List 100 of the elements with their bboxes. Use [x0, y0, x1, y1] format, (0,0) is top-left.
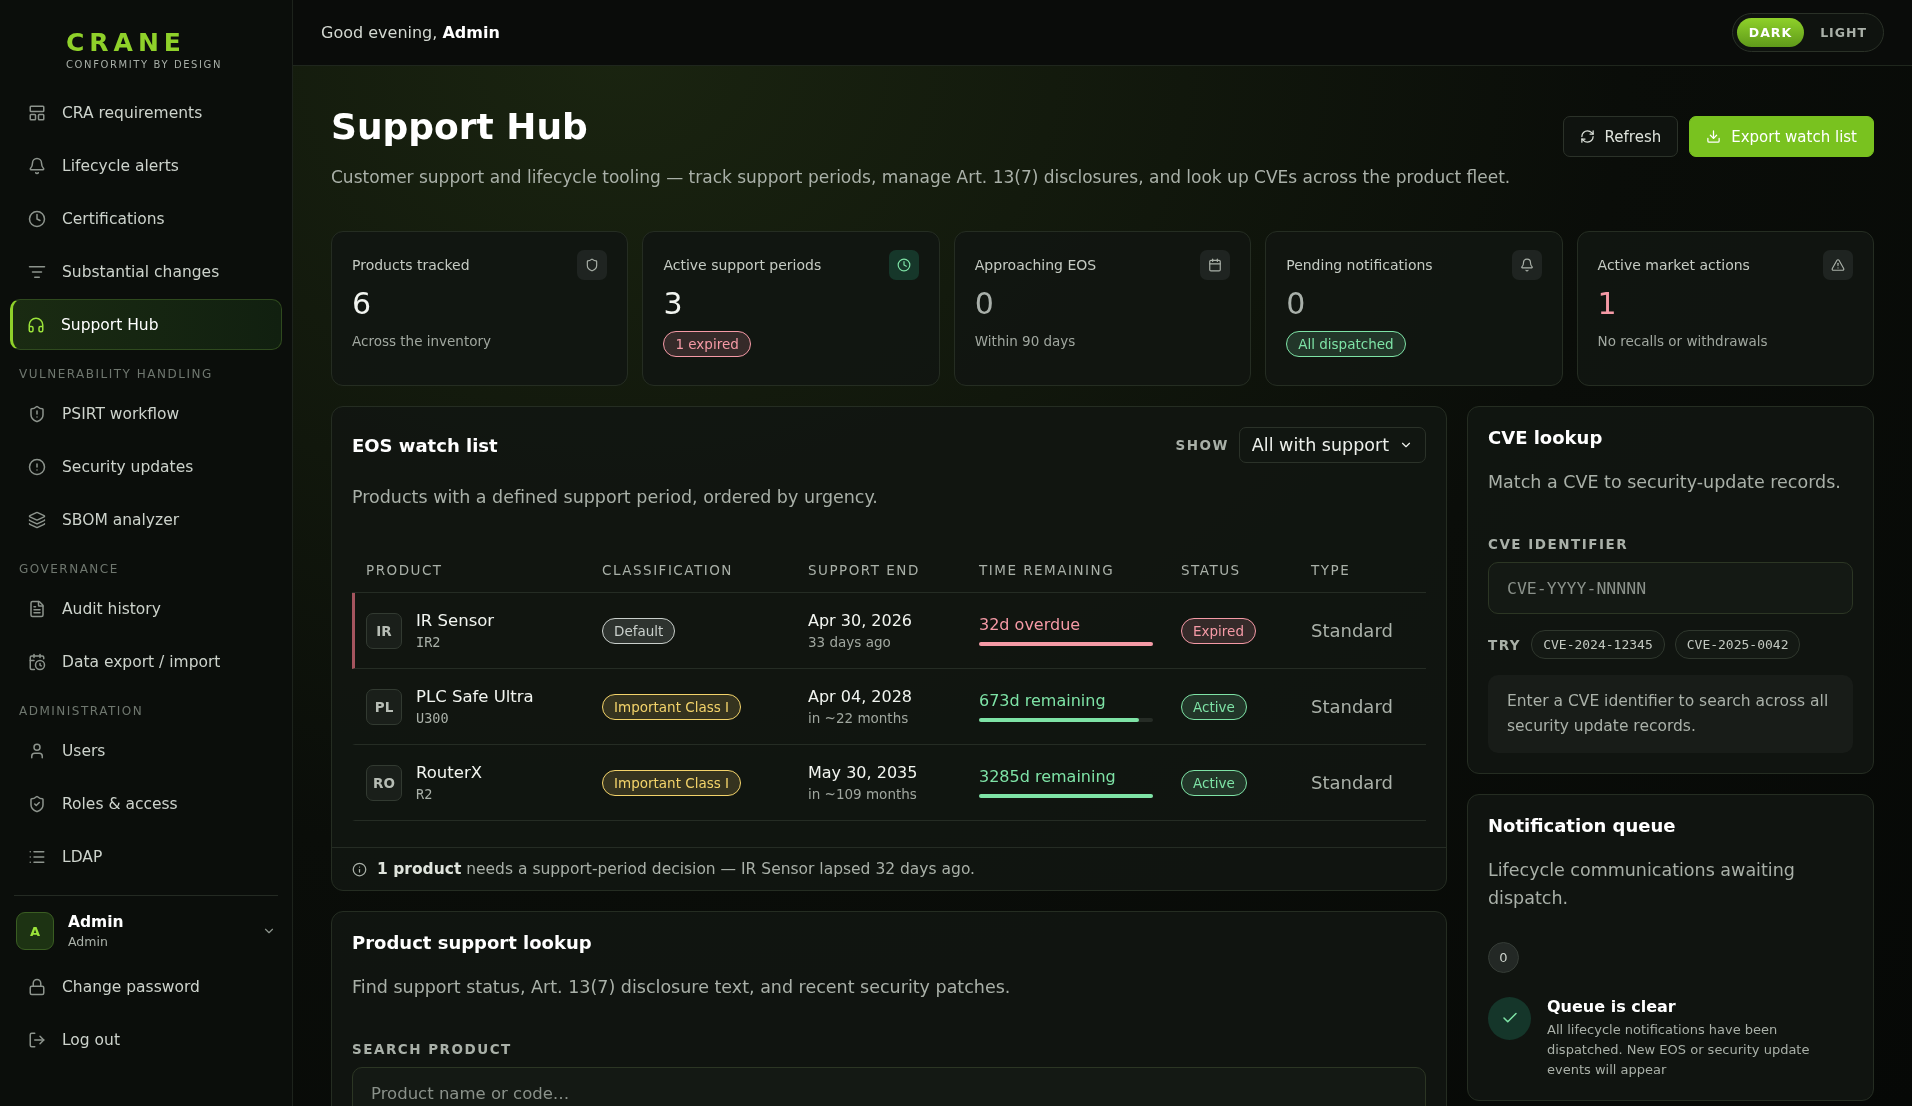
- try-label: TRY: [1488, 636, 1522, 653]
- calendar-icon: [28, 652, 46, 671]
- download-icon: [1706, 129, 1722, 144]
- nav-item[interactable]: Log out: [10, 1014, 282, 1065]
- lock-icon: [28, 977, 46, 996]
- panel-subtitle: Match a CVE to security-update records.: [1488, 471, 1842, 494]
- user-menu[interactable]: A Admin Admin: [10, 906, 282, 960]
- stat-caption: No recalls or withdrawals: [1597, 333, 1769, 349]
- nav-icon: [28, 457, 46, 476]
- nav-item[interactable]: Lifecycle alerts: [10, 140, 282, 191]
- page-title: Support Hub: [331, 106, 589, 147]
- table-row[interactable]: RO RouterX R2 Important Class I May 30, 2035 in ~109 months 3285d remaining Active Standard: [352, 745, 1426, 821]
- layout-icon: [28, 103, 46, 122]
- stat-value: 1: [1597, 286, 1618, 321]
- search-field[interactable]: Product name or code…: [352, 1067, 1426, 1106]
- time-remaining: 3285d remaining: [979, 767, 1117, 786]
- nav-item[interactable]: Certifications: [10, 193, 282, 244]
- product-name: PLC Safe Ultra: [416, 687, 534, 706]
- panel-title: EOS watch list: [352, 434, 498, 456]
- shield-icon: [28, 794, 46, 813]
- panel-subtitle: Find support status, Art. 13(7) disclosure text, and recent security patches.: [352, 976, 1012, 999]
- stat-label: Approaching EOS: [974, 257, 1097, 273]
- stat-label: Active market actions: [1597, 257, 1750, 273]
- column-header: PRODUCT: [366, 561, 444, 578]
- refresh-icon: [1579, 129, 1595, 144]
- support-end-date: Apr 30, 2026: [808, 611, 913, 630]
- stat-value: 0: [974, 286, 995, 321]
- field-label: CVE IDENTIFIER: [1488, 536, 1630, 552]
- headphones-icon: [27, 315, 45, 334]
- table-row[interactable]: IR IR Sensor IR2 Default Apr 30, 2026 33 days ago 32d overdue Expired Standard: [352, 593, 1426, 669]
- user-avatar: A: [16, 912, 54, 950]
- count-badge: 0: [1488, 941, 1519, 973]
- check-icon: [1488, 996, 1531, 1040]
- nav-item[interactable]: CRA requirements: [10, 87, 282, 138]
- panel-subtitle: Lifecycle communications awaiting dispatch.: [1488, 858, 1796, 910]
- user-role: Admin: [68, 934, 109, 949]
- product-initials: RO: [366, 764, 402, 801]
- nav-item[interactable]: Support Hub: [10, 299, 282, 350]
- section-heading: VULNERABILITY HANDLING: [18, 366, 214, 383]
- greeting: Good evening, Admin: [321, 23, 500, 42]
- relative-date: 33 days ago: [808, 634, 892, 650]
- product-initials: IR: [366, 612, 402, 649]
- theme-option[interactable]: LIGHT: [1808, 18, 1879, 47]
- relative-date: in ~109 months: [808, 786, 918, 802]
- status-badge: 1 expired: [663, 331, 751, 357]
- example-chip[interactable]: CVE-2024-12345: [1531, 630, 1665, 659]
- brand-tagline: CONFORMITY BY DESIGN: [66, 59, 223, 70]
- hint-text: Enter a CVE identifier to search across all security update records.: [1488, 675, 1853, 753]
- support-end-date: Apr 04, 2028: [808, 687, 913, 706]
- shield-icon: [28, 404, 46, 423]
- page-subtitle: Customer support and lifecycle tooling — track support periods, manage Art. 13(7) disclosures, and look up CVEs across the product fleet.: [331, 167, 1511, 187]
- stat-caption: Across the inventory: [352, 333, 492, 349]
- nav-item[interactable]: Substantial changes: [10, 246, 282, 297]
- filter-dropdown[interactable]: All with support: [1238, 427, 1426, 463]
- stat-value: 3: [663, 286, 684, 321]
- section-heading: GOVERNANCE: [18, 561, 120, 578]
- nav-item[interactable]: Users: [10, 725, 282, 776]
- empty-text: All lifecycle notifications have been dispatched. New EOS or security update events will appear: [1547, 1020, 1811, 1079]
- user-name: Admin: [68, 913, 125, 931]
- classification-badge: Important Class I: [602, 693, 741, 720]
- example-chip[interactable]: CVE-2025-0042: [1674, 630, 1801, 659]
- nav-item[interactable]: SBOM analyzer: [10, 494, 282, 545]
- cve-field[interactable]: CVE-YYYY-NNNNN: [1488, 562, 1853, 614]
- support-end-date: May 30, 2035: [808, 763, 919, 782]
- panel-title: Notification queue: [1488, 814, 1677, 836]
- column-header: TYPE: [1311, 561, 1352, 578]
- nav-item[interactable]: PSIRT workflow: [10, 388, 282, 439]
- stat-label: Products tracked: [352, 257, 470, 273]
- time-remaining: 673d remaining: [979, 691, 1107, 710]
- stat-value: 0: [1286, 286, 1307, 321]
- column-header: STATUS: [1181, 561, 1242, 578]
- nav-item[interactable]: Data export / import: [10, 636, 282, 687]
- nav-item[interactable]: Change password: [10, 961, 282, 1012]
- status-badge: Active: [1181, 693, 1247, 720]
- table-row[interactable]: PL PLC Safe Ultra U300 Important Class I Apr 04, 2028 in ~22 months 673d remaining Active Standard: [352, 669, 1426, 745]
- stat-label: Active support periods: [663, 257, 822, 273]
- footer-note: 1 product needs a support-period decision — IR Sensor lapsed 32 days ago.: [377, 860, 976, 878]
- clock-icon: [28, 209, 46, 228]
- empty-title: Queue is clear: [1547, 996, 1677, 1016]
- type-text: Standard: [1311, 772, 1394, 793]
- filter-label: SHOW: [1175, 437, 1229, 453]
- user-icon: [28, 741, 46, 760]
- status-badge: Active: [1181, 769, 1247, 796]
- product-code: U300: [416, 710, 450, 726]
- classification-badge: Important Class I: [602, 769, 741, 796]
- nav-item[interactable]: Roles & access: [10, 778, 282, 829]
- refresh-button[interactable]: Refresh: [1562, 116, 1679, 157]
- nav-item[interactable]: Security updates: [10, 441, 282, 492]
- info-icon: [352, 861, 367, 877]
- document-icon: [28, 599, 46, 618]
- type-text: Standard: [1311, 696, 1394, 717]
- product-code: R2: [416, 786, 434, 802]
- nav-item[interactable]: LDAP: [10, 831, 282, 882]
- nav-item[interactable]: Audit history: [10, 583, 282, 634]
- product-name: RouterX: [416, 763, 482, 782]
- product-name: IR Sensor: [416, 611, 495, 630]
- section-heading: ADMINISTRATION: [18, 703, 145, 720]
- column-header: CLASSIFICATION: [602, 561, 734, 578]
- column-header: TIME REMAINING: [979, 561, 1116, 578]
- layers-icon: [28, 510, 46, 529]
